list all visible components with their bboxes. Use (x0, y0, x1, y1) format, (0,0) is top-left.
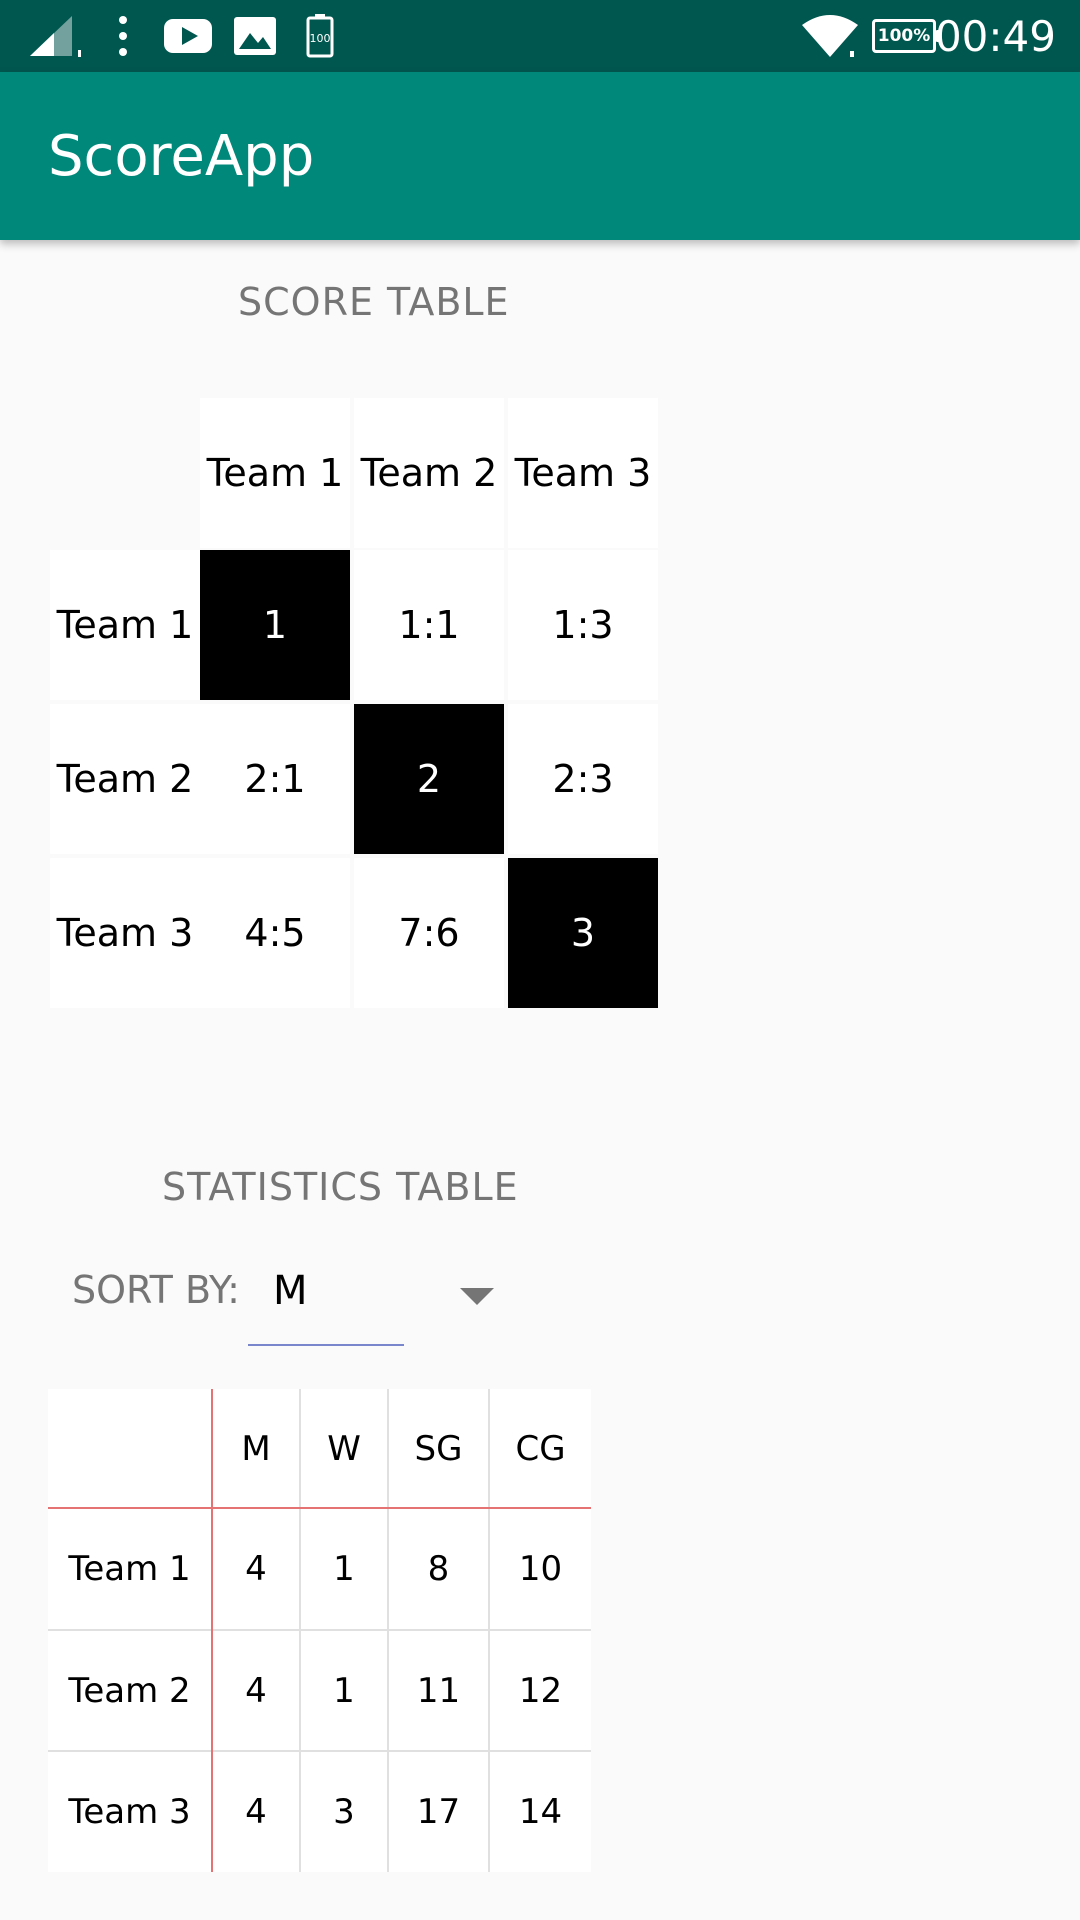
stats-cell: 1 (333, 1549, 355, 1589)
stats-cell: 17 (416, 1792, 461, 1832)
stats-cell: 12 (518, 1671, 563, 1711)
score-cell[interactable]: 3 (508, 858, 658, 1008)
stats-col-header[interactable]: CG (490, 1389, 591, 1509)
stats-cell: 11 (416, 1671, 461, 1711)
status-time: 00:49 (934, 11, 1056, 61)
stats-col-header[interactable]: M (213, 1389, 299, 1509)
stats-col-header[interactable]: W (301, 1389, 387, 1509)
score-cell[interactable]: 2 (354, 704, 504, 854)
statistics-table-title: STATISTICS TABLE (162, 1165, 519, 1209)
score-col-header: Team 3 (508, 398, 658, 548)
app-bar: ScoreApp (0, 72, 1080, 240)
score-row-header: Team 2 (50, 704, 200, 854)
statistics-table: M W SG CG Team 1 4 1 8 10 Team 2 4 1 11 … (48, 1389, 591, 1872)
image-icon (234, 0, 276, 72)
stats-cell: 8 (427, 1549, 450, 1589)
stats-cell: 4 (245, 1792, 267, 1832)
dropdown-arrow-icon (460, 1288, 494, 1305)
app-title: ScoreApp (48, 123, 315, 189)
stats-cell: 10 (518, 1549, 563, 1589)
score-cell[interactable]: 2:3 (508, 704, 658, 854)
score-row-header: Team 1 (50, 550, 200, 700)
stats-cell: 1 (333, 1671, 355, 1711)
score-row-header: Team 3 (50, 858, 200, 1008)
stats-cell: 4 (245, 1671, 267, 1711)
wifi-icon (800, 0, 860, 72)
more-vert-icon (116, 0, 130, 72)
score-cell[interactable]: 1 (200, 550, 350, 700)
battery-icon: 100% (872, 0, 941, 72)
stats-cell: 14 (518, 1792, 563, 1832)
score-cell[interactable]: 4:5 (200, 858, 350, 1008)
score-col-header: Team 1 (200, 398, 350, 548)
sort-by-value: M (273, 1268, 308, 1314)
score-cell[interactable]: 1:1 (354, 550, 504, 700)
signal-icon (28, 0, 84, 72)
youtube-icon (164, 0, 212, 72)
stats-cell: 3 (333, 1792, 355, 1832)
score-cell[interactable]: 7:6 (354, 858, 504, 1008)
stats-row-header: Team 1 (68, 1549, 191, 1589)
status-bar: 100 100% 00:49 (0, 0, 1080, 72)
stats-row-header: Team 2 (68, 1671, 191, 1711)
score-table-title: SCORE TABLE (238, 280, 510, 324)
svg-text:100: 100 (310, 32, 331, 45)
dropdown-underline (248, 1344, 404, 1346)
score-col-header: Team 2 (354, 398, 504, 548)
score-cell[interactable]: 2:1 (200, 704, 350, 854)
sort-by-label: SORT BY: (72, 1268, 240, 1312)
stats-cell: 4 (245, 1549, 267, 1589)
stats-row-header: Team 3 (68, 1792, 191, 1832)
stats-col-header[interactable]: SG (389, 1389, 488, 1509)
battery-small-icon: 100 (306, 0, 334, 72)
sort-by-dropdown[interactable]: M (248, 1250, 508, 1346)
score-cell[interactable]: 1:3 (508, 550, 658, 700)
